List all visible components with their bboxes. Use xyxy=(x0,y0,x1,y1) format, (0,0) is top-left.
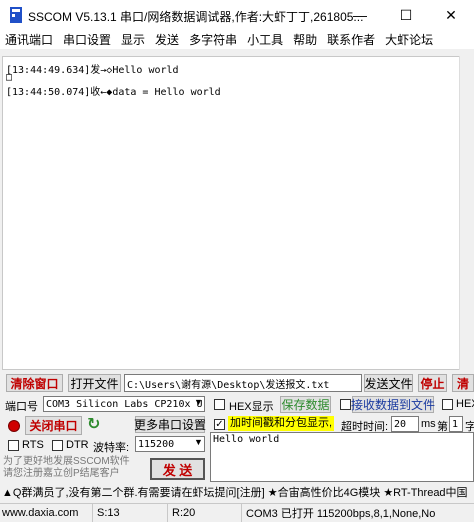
menu-help[interactable]: 帮助 xyxy=(288,31,322,48)
hex-display-label: HEX显示 xyxy=(229,401,274,413)
timestamp-checkbox[interactable]: ✓ xyxy=(214,419,225,430)
stop-button[interactable]: 停止 xyxy=(418,374,447,392)
multi-port-settings-button[interactable]: 更多串口设置 xyxy=(134,416,206,433)
send-button[interactable]: 发 送 xyxy=(150,458,205,480)
menu-contact[interactable]: 联系作者 xyxy=(322,31,380,48)
maximize-icon[interactable]: ☐ xyxy=(383,0,429,30)
receive-area[interactable]: [13:44:49.634]发→◇Hello world □ [13:44:50… xyxy=(2,56,472,370)
status-bar: www.daxia.com S:13 R:20 COM3 已打开 115200b… xyxy=(0,503,474,522)
open-file-button[interactable]: 打开文件 xyxy=(68,374,121,392)
timeout-unit: ms xyxy=(421,418,436,430)
chevron-down-icon[interactable]: ▼ xyxy=(192,437,205,451)
port-label: 端口号 xyxy=(5,401,38,413)
send-textarea[interactable]: Hello world xyxy=(210,432,474,482)
status-website[interactable]: www.daxia.com xyxy=(0,504,93,522)
status-sent-count: S:13 xyxy=(95,504,168,522)
menu-display[interactable]: 显示 xyxy=(116,31,150,48)
app-icon xyxy=(10,7,22,23)
file-path-input[interactable]: C:\Users\谢有源\Desktop\发送报文.txt xyxy=(124,374,362,392)
receive-to-file-button[interactable]: 接收数据到文件 xyxy=(351,396,435,413)
timestamp-label: 加时间戳和分包显示, xyxy=(228,416,335,431)
log-line: □ xyxy=(6,72,13,83)
receive-scrollbar[interactable] xyxy=(459,56,472,370)
rts-checkbox[interactable] xyxy=(8,440,19,451)
save-data-button[interactable]: 保存数据 xyxy=(280,396,331,413)
window-title: SSCOM V5.13.1 串口/网络数据调试器,作者:大虾丁丁,261805.… xyxy=(28,10,364,24)
dtr-checkbox[interactable] xyxy=(52,440,63,451)
promo-text[interactable]: 为了更好地发展SSCOM软件 请您注册嘉立创P结尾客户 xyxy=(3,456,143,482)
menu-forum[interactable]: 大虾论坛 xyxy=(380,31,438,48)
port-value: COM3 Silicon Labs CP210x U xyxy=(46,398,203,410)
title-bar: SSCOM V5.13.1 串口/网络数据调试器,作者:大虾丁丁,261805.… xyxy=(0,0,474,30)
log-line: [13:44:50.074]收←◆data = Hello world xyxy=(6,87,221,98)
close-icon[interactable]: ✕ xyxy=(428,0,474,30)
hex-send-checkbox[interactable] xyxy=(442,399,453,410)
timeout-input[interactable]: 20 xyxy=(391,416,419,432)
port-select[interactable]: COM3 Silicon Labs CP210x U xyxy=(43,396,205,412)
dtr-label: DTR xyxy=(66,439,89,451)
baud-label: 波特率: xyxy=(93,442,130,454)
hex-send-label: HEX xyxy=(456,398,474,410)
minimize-icon[interactable]: — xyxy=(337,0,383,30)
log-line: [13:44:49.634]发→◇Hello world xyxy=(6,65,179,76)
send-text: Hello world xyxy=(213,434,280,445)
baud-value: 115200 xyxy=(138,438,175,450)
refresh-icon[interactable]: ↻ xyxy=(87,416,105,434)
menu-tools[interactable]: 小工具 xyxy=(242,31,288,48)
clear-window-button[interactable]: 清除窗口 xyxy=(6,374,63,392)
rts-label: RTS xyxy=(22,439,44,451)
menu-multi-string[interactable]: 多字符串 xyxy=(184,31,242,48)
send-file-button[interactable]: 发送文件 xyxy=(364,374,413,392)
hex-display-checkbox[interactable] xyxy=(214,399,225,410)
menu-bar: 通讯端口 串口设置 显示 发送 多字符串 小工具 帮助 联系作者 大虾论坛 xyxy=(0,30,474,49)
clear-send-button[interactable]: 清 xyxy=(452,374,474,392)
news-ticker[interactable]: ▲Q群满员了,没有第二个群.有需要请在虾坛提问[注册] ★合宙高性价比4G模块 … xyxy=(2,485,474,501)
menu-port[interactable]: 通讯端口 xyxy=(0,31,58,48)
chevron-down-icon[interactable]: ▼ xyxy=(192,397,205,411)
menu-send[interactable]: 发送 xyxy=(150,31,184,48)
status-port-info: COM3 已打开 115200bps,8,1,None,No xyxy=(246,508,436,520)
status-received-count: R:20 xyxy=(170,504,242,522)
close-port-button[interactable]: 关闭串口 xyxy=(25,416,82,435)
page-input[interactable]: 1 xyxy=(449,416,463,432)
port-status-led-icon xyxy=(8,420,20,432)
receive-to-file-checkbox[interactable] xyxy=(340,399,351,410)
menu-serial-settings[interactable]: 串口设置 xyxy=(58,31,116,48)
